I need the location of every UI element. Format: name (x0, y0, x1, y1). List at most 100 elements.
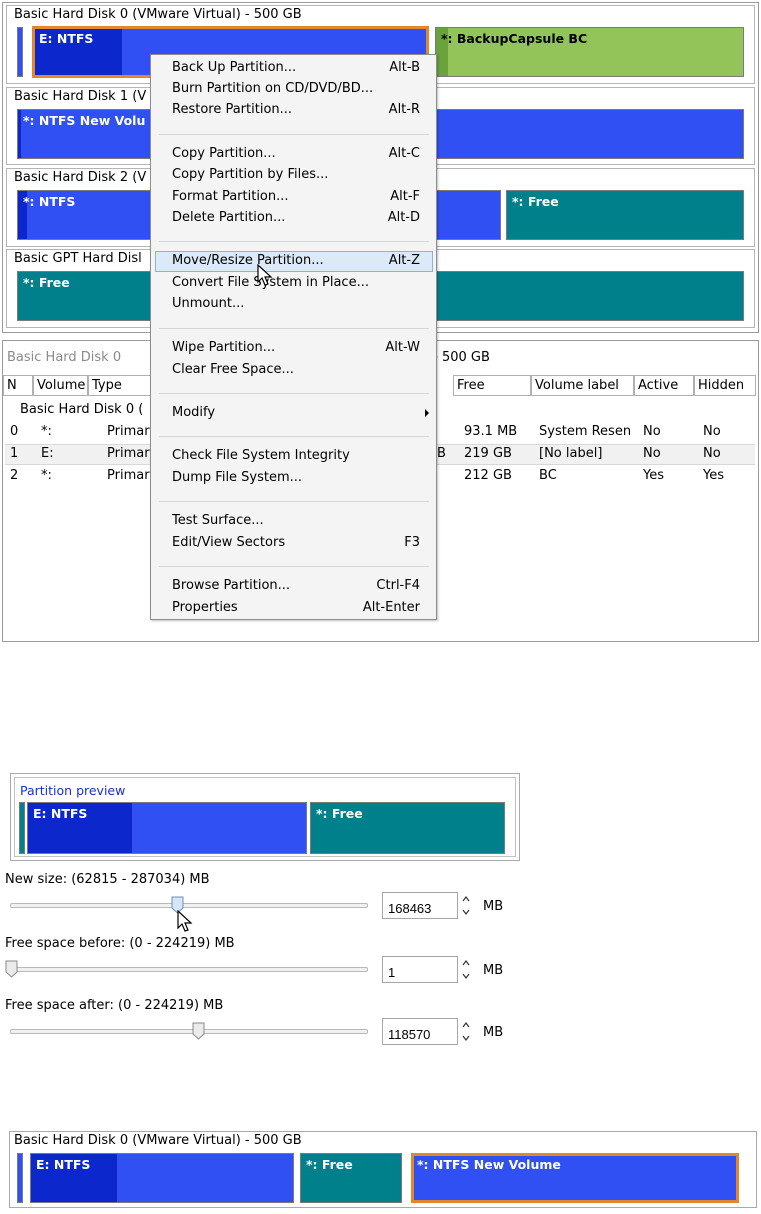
column-header-free[interactable]: Free (453, 375, 531, 396)
cell-n: 2 (10, 468, 19, 483)
disk-title: Basic Hard Disk 1 (V (14, 89, 147, 104)
cell-volume-label: BC (539, 468, 557, 483)
cell-volume-label: System Resen (539, 424, 632, 439)
partition-label: *: Free (512, 194, 559, 209)
disk-title: Basic Hard Disk 0 (VMware Virtual) - 500… (14, 1133, 302, 1148)
menu-item-browse-partition[interactable]: Browse Partition... Ctrl-F4 (155, 576, 433, 597)
free-before-slider-thumb[interactable] (5, 960, 18, 978)
partition-label: E: NTFS (36, 1157, 91, 1172)
free-after-unit: MB (483, 1025, 504, 1040)
mouse-pointer-icon (177, 910, 193, 932)
menu-item-dump-file-system[interactable]: Dump File System... (155, 468, 433, 489)
partition-free[interactable]: *: Free (300, 1153, 402, 1203)
new-size-input[interactable] (382, 892, 458, 919)
menu-item-label: Properties (172, 600, 238, 615)
disk-title: Basic Hard Disk 0 (VMware Virtual) - 500… (14, 7, 302, 22)
menu-item-edit-view-sectors[interactable]: Edit/View Sectors F3 (155, 533, 433, 554)
result-disk-block[interactable]: Basic Hard Disk 0 (VMware Virtual) - 500… (9, 1131, 757, 1208)
cell-volume: E: (41, 446, 54, 461)
mouse-pointer-icon (257, 264, 273, 286)
disk-0-system-stripe[interactable] (17, 27, 23, 77)
menu-item-label: Unmount... (172, 296, 245, 311)
partition-label: *: NTFS (23, 194, 76, 209)
disk-title: Basic GPT Hard Disl (14, 251, 142, 266)
menu-item-modify[interactable]: Modify (155, 403, 433, 424)
new-size-slider-track[interactable] (10, 903, 368, 908)
free-before-slider-track[interactable] (10, 967, 368, 972)
free-after-slider-track[interactable] (10, 1029, 368, 1034)
menu-item-format-partition[interactable]: Format Partition... Alt-F (155, 187, 433, 208)
cell-hidden: No (703, 446, 721, 461)
menu-item-label: Wipe Partition... (172, 340, 276, 355)
column-header-hidden[interactable]: Hidden (694, 375, 756, 396)
cell-active: No (643, 424, 661, 439)
cell-used: B (437, 446, 446, 461)
used-space-bar (18, 110, 21, 158)
preview-partition-e-ntfs[interactable]: E: NTFS (27, 802, 307, 854)
menu-item-properties[interactable]: Properties Alt-Enter (155, 598, 433, 619)
partition-preview-group: Partition preview E: NTFS *: Free (14, 777, 516, 857)
menu-separator (159, 393, 429, 394)
menu-item-convert-file-system[interactable]: Convert File System in Place... (155, 273, 433, 294)
menu-item-label: Check File System Integrity (172, 448, 350, 463)
cell-free: 212 GB (464, 468, 512, 483)
list-caption: Basic Hard Disk 0 (7, 350, 122, 365)
cell-free: 93.1 MB (464, 424, 518, 439)
partition-preview-box: Partition preview E: NTFS *: Free (10, 773, 520, 861)
free-after-spin-arrows-icon[interactable] (460, 1018, 472, 1045)
menu-item-label: Burn Partition on CD/DVD/BD... (172, 81, 374, 96)
free-before-label: Free space before: (0 - 224219) MB (5, 936, 235, 951)
menu-item-label: Modify (172, 405, 216, 420)
menu-item-burn-partition[interactable]: Burn Partition on CD/DVD/BD... (155, 79, 433, 100)
new-size-spin-arrows-icon[interactable] (460, 892, 472, 919)
partition-e-ntfs[interactable]: E: NTFS (30, 1153, 294, 1203)
free-after-slider-thumb[interactable] (192, 1022, 205, 1040)
cell-n: 0 (10, 424, 19, 439)
partition-free[interactable]: *: Free (506, 190, 744, 240)
menu-shortcut: Alt-B (389, 60, 420, 75)
menu-item-restore-partition[interactable]: Restore Partition... Alt-R (155, 100, 433, 121)
disk-system-stripe[interactable] (17, 1153, 23, 1203)
menu-shortcut: Alt-F (390, 189, 420, 204)
column-header-volume[interactable]: Volume (33, 375, 88, 396)
menu-item-label: Copy Partition by Files... (172, 167, 329, 182)
menu-item-clear-free-space[interactable]: Clear Free Space... (155, 360, 433, 381)
menu-shortcut: F3 (404, 535, 420, 550)
partition-label: *: Free (306, 1157, 353, 1172)
menu-item-label: Move/Resize Partition... (172, 253, 324, 268)
partition-context-menu: Back Up Partition... Alt-B Burn Partition… (150, 54, 437, 620)
menu-item-copy-partition-by-files[interactable]: Copy Partition by Files... (155, 165, 433, 186)
menu-shortcut: Alt-Enter (362, 600, 420, 615)
free-after-label: Free space after: (0 - 224219) MB (5, 998, 224, 1013)
partition-ntfs-new-volume-selected[interactable]: *: NTFS New Volume (411, 1153, 739, 1203)
cell-type: Primar (107, 446, 150, 461)
menu-shortcut: Alt-R (388, 102, 420, 117)
cell-type: Primar (107, 468, 150, 483)
menu-item-test-surface[interactable]: Test Surface... (155, 511, 433, 532)
menu-item-unmount[interactable]: Unmount... (155, 294, 433, 315)
column-header-type[interactable]: Type (88, 375, 154, 396)
column-header-n[interactable]: N (3, 375, 33, 396)
column-header-active[interactable]: Active (634, 375, 694, 396)
menu-shortcut: Alt-W (385, 340, 420, 355)
cell-volume: *: (41, 468, 52, 483)
menu-item-check-file-system[interactable]: Check File System Integrity (155, 446, 433, 467)
disk-title: Basic Hard Disk 2 (V (14, 170, 147, 185)
menu-item-delete-partition[interactable]: Delete Partition... Alt-D (155, 208, 433, 229)
menu-item-back-up-partition[interactable]: Back Up Partition... Alt-B (155, 58, 433, 79)
partition-backupcapsule[interactable]: *: BackupCapsule BC (435, 27, 744, 77)
menu-item-label: Restore Partition... (172, 102, 293, 117)
free-after-input[interactable] (382, 1018, 458, 1045)
menu-item-move-resize-partition[interactable]: Move/Resize Partition... Alt-Z (155, 251, 433, 272)
free-before-input[interactable] (382, 956, 458, 983)
menu-item-label: Back Up Partition... (172, 60, 297, 75)
free-before-spin-arrows-icon[interactable] (460, 956, 472, 983)
cell-hidden: Yes (703, 468, 724, 483)
partition-label: *: Free (316, 806, 363, 821)
menu-shortcut: Alt-D (387, 210, 420, 225)
menu-item-wipe-partition[interactable]: Wipe Partition... Alt-W (155, 338, 433, 359)
menu-item-copy-partition[interactable]: Copy Partition... Alt-C (155, 144, 433, 165)
column-header-volume-label[interactable]: Volume label (531, 375, 634, 396)
preview-partition-free[interactable]: *: Free (310, 802, 505, 854)
menu-item-label: Copy Partition... (172, 146, 276, 161)
